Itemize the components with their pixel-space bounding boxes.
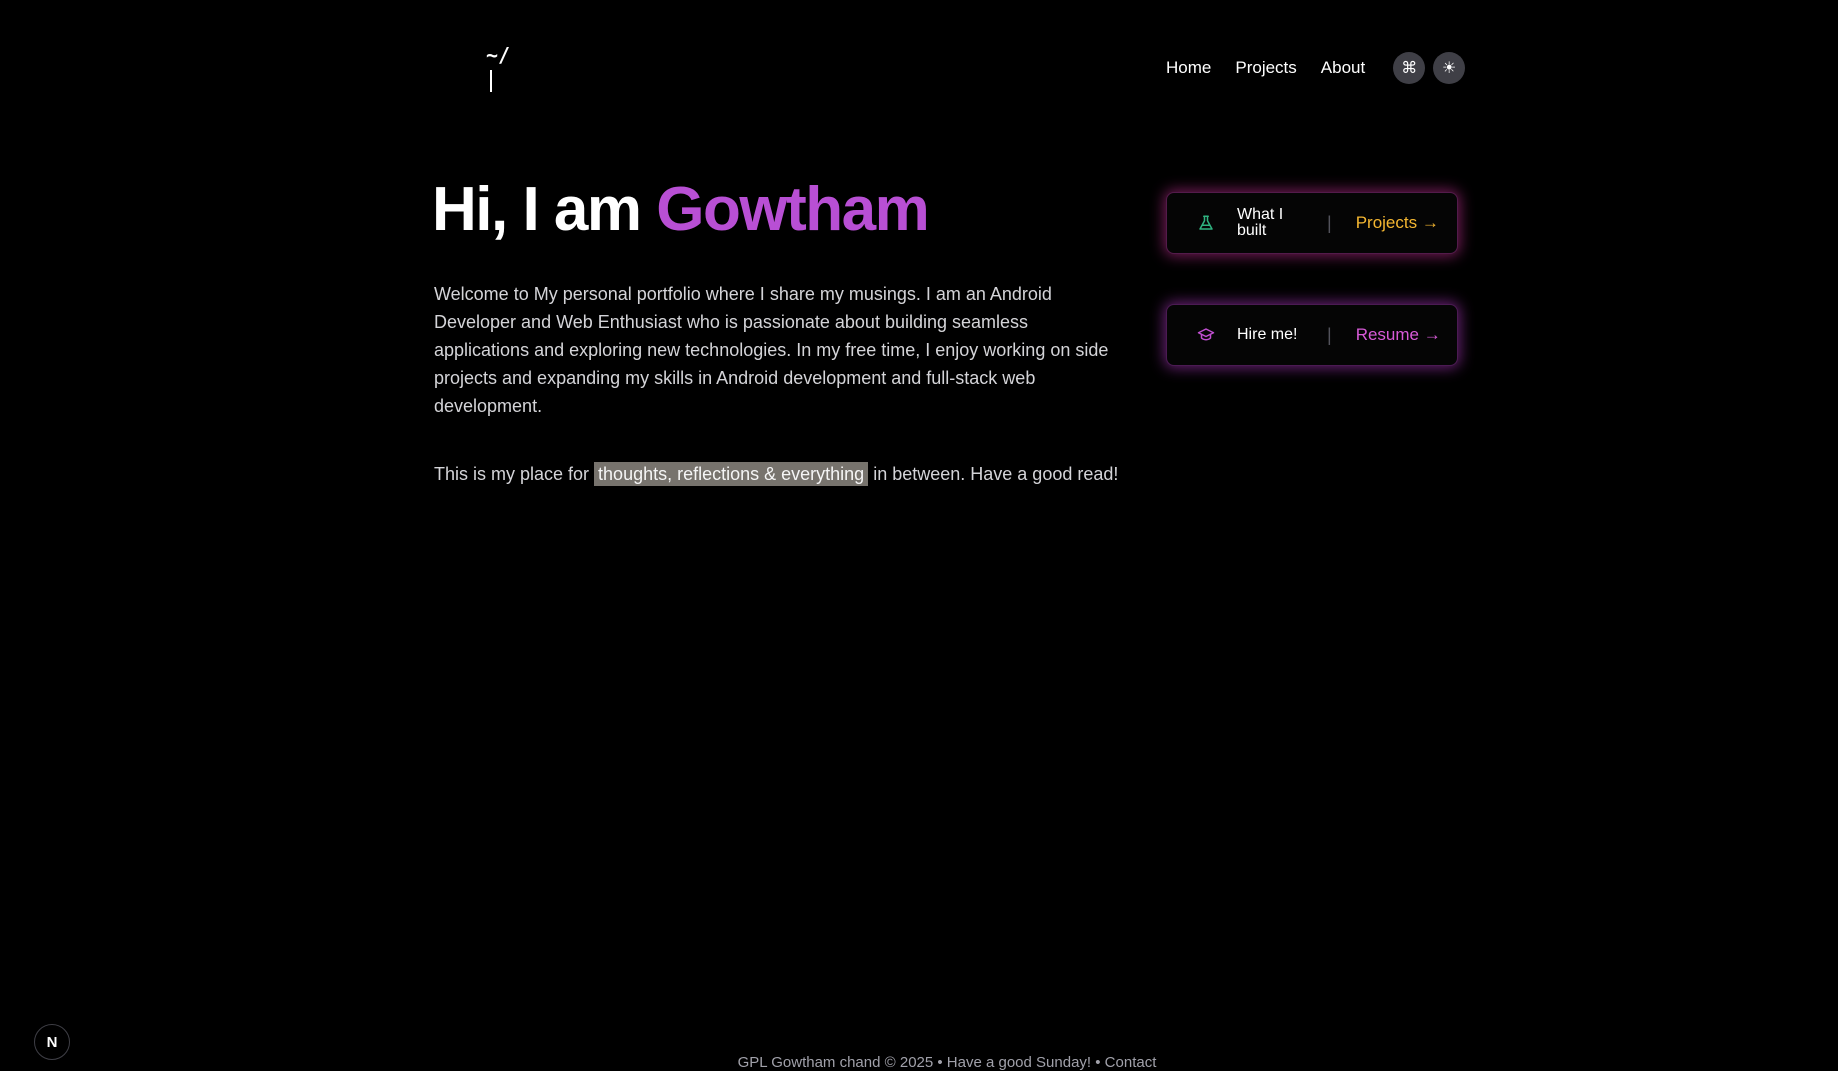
divider: | [1327,324,1332,345]
command-icon: ⌘ [1401,60,1418,77]
divider: | [1327,212,1332,233]
intro-paragraph: Welcome to My personal portfolio where I… [434,284,1109,416]
nav-home-link[interactable]: Home [1166,58,1211,78]
resume-card[interactable]: Hire me! | Resume → [1166,304,1458,366]
hero-greeting: Hi, I am [432,175,657,244]
contact-link[interactable]: Contact [1105,1054,1157,1071]
highlighted-text: thoughts, reflections & everything [594,462,869,486]
nav-projects-link[interactable]: Projects [1235,58,1296,78]
theme-toggle-button[interactable]: ☀ [1433,52,1466,84]
flask-icon [1195,214,1217,232]
cursor-bar [490,70,492,92]
intro2-before: This is my place for [434,464,595,484]
resume-link[interactable]: Resume → [1356,325,1441,345]
top-nav: Home Projects About ⌘ ☀ [1166,50,1466,86]
site-logo[interactable]: ~/ [486,42,510,92]
graduation-cap-icon [1195,326,1217,344]
intro2-after: in between. Have a good read! [868,464,1119,484]
command-palette-button[interactable]: ⌘ [1393,52,1426,84]
sun-icon: ☀ [1442,60,1457,77]
footer: GPL Gowtham chand © 2025 • Have a good S… [0,1054,1838,1071]
intro-paragraph-2: This is my place for thoughts, reflectio… [434,460,1124,488]
nav-about-link[interactable]: About [1321,58,1365,78]
logo-text: ~/ [486,43,511,67]
hero-name: Gowtham [656,175,929,244]
projects-link[interactable]: Projects → [1356,213,1439,233]
card-label: What I built [1237,206,1284,239]
hero-heading: Hi, I am Gowtham [432,172,930,248]
projects-card[interactable]: What I built | Projects → [1166,192,1458,254]
footer-text: GPL Gowtham chand © 2025 • Have a good S… [737,1054,1105,1071]
card-label: Hire me! [1237,326,1298,343]
